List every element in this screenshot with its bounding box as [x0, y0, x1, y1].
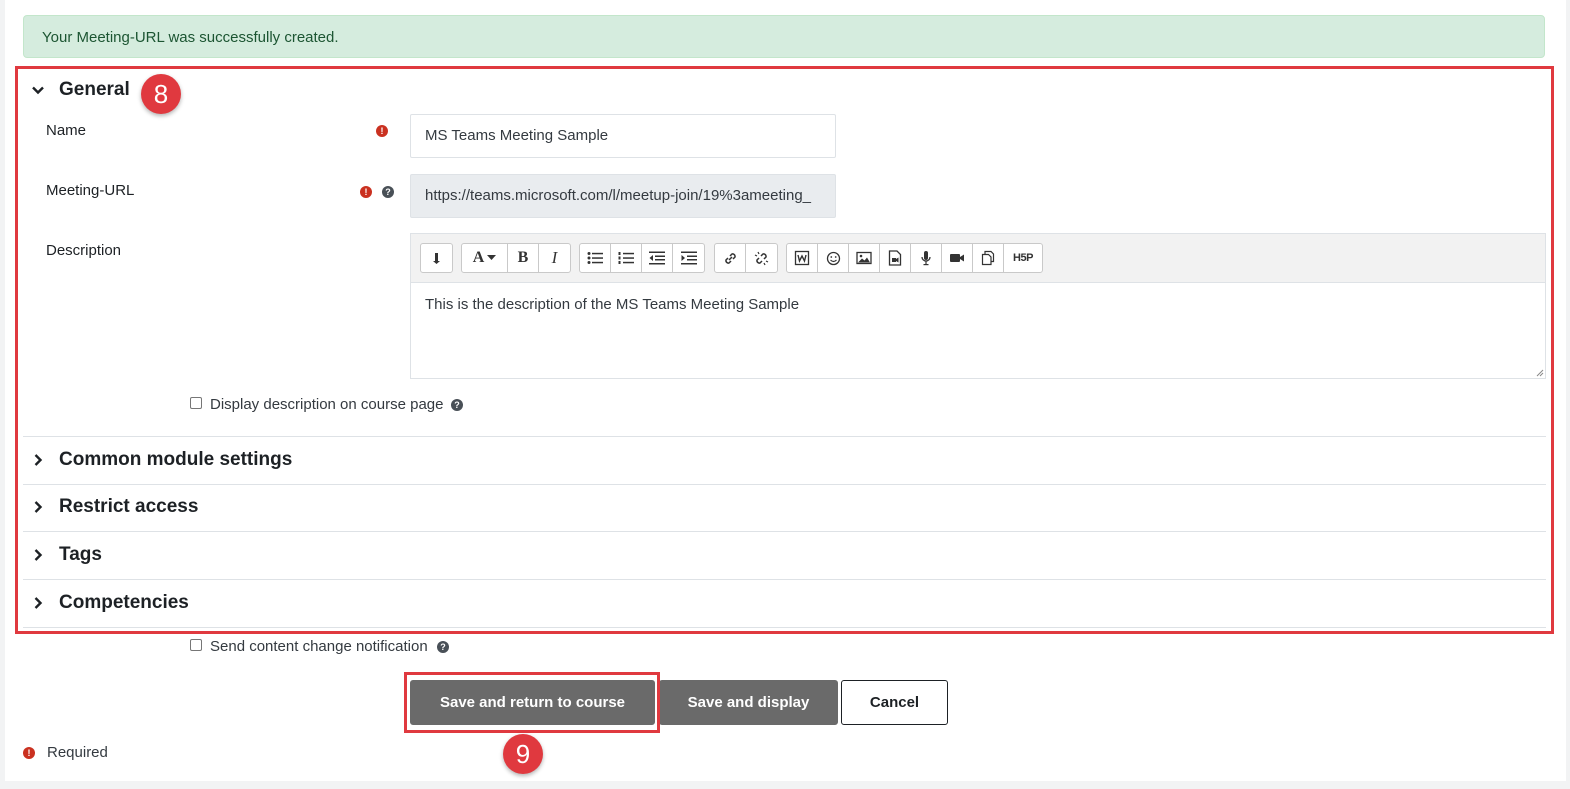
- editor-content[interactable]: This is the description of the MS Teams …: [411, 283, 1545, 326]
- required-label: Required: [47, 744, 108, 761]
- manage-files-icon[interactable]: [973, 244, 1004, 272]
- help-icon[interactable]: ?: [437, 641, 449, 653]
- name-label: Name: [46, 122, 87, 139]
- save-and-display-button[interactable]: Save and display: [659, 680, 838, 725]
- display-description-checkbox[interactable]: [190, 396, 202, 409]
- section-title: Tags: [59, 544, 102, 565]
- alert-text: Your Meeting-URL was successfully create…: [42, 29, 339, 46]
- meeting-url-label: Meeting-URL: [46, 182, 135, 199]
- cancel-button[interactable]: Cancel: [841, 680, 948, 725]
- required-icon: !: [23, 746, 35, 759]
- meeting-url-input[interactable]: https://teams.microsoft.com/l/meetup-joi…: [410, 174, 836, 218]
- help-icon[interactable]: ?: [382, 186, 394, 198]
- section-title: Restrict access: [59, 496, 199, 517]
- help-icon[interactable]: ?: [451, 399, 463, 411]
- ordered-list-icon[interactable]: [611, 244, 642, 272]
- italic-icon[interactable]: I: [539, 244, 570, 272]
- outdent-icon[interactable]: [642, 244, 673, 272]
- section-title: Competencies: [59, 592, 189, 613]
- display-description-row: Display description on course page: [190, 396, 443, 413]
- link-icon[interactable]: [715, 244, 746, 272]
- resize-handle-icon[interactable]: [1536, 369, 1544, 377]
- annotation-badge-9: 9: [503, 734, 543, 774]
- notification-row: Send content change notification: [190, 638, 428, 655]
- toolbar-group: A B I: [461, 243, 571, 273]
- chevron-down-icon: [30, 82, 46, 98]
- divider: [23, 579, 1546, 580]
- h5p-icon[interactable]: H5P: [1004, 244, 1042, 272]
- toolbar-group: [420, 243, 453, 273]
- section-restrict-access[interactable]: Restrict access: [30, 496, 198, 518]
- divider: [23, 531, 1546, 532]
- section-general-toggle[interactable]: General: [30, 79, 130, 101]
- chevron-right-icon: [30, 547, 46, 563]
- font-color-icon[interactable]: A: [462, 244, 508, 272]
- unordered-list-icon[interactable]: [580, 244, 611, 272]
- divider: [23, 436, 1546, 437]
- bold-icon[interactable]: B: [508, 244, 539, 272]
- section-general-title: General: [59, 79, 130, 100]
- indent-icon[interactable]: [673, 244, 704, 272]
- image-icon[interactable]: [849, 244, 880, 272]
- annotation-badge-8: 8: [141, 74, 181, 114]
- required-icon: !: [360, 186, 372, 198]
- required-legend: ! Required: [23, 744, 108, 761]
- description-editor[interactable]: A B I H5P This is the description of the…: [410, 233, 1546, 379]
- notification-label: Send content change notification: [210, 638, 428, 655]
- notification-checkbox[interactable]: [190, 638, 202, 651]
- toolbar-group: [714, 243, 778, 273]
- required-icon: !: [376, 125, 388, 137]
- emoji-icon[interactable]: [818, 244, 849, 272]
- description-label: Description: [46, 242, 122, 259]
- record-audio-icon[interactable]: [911, 244, 942, 272]
- show-more-buttons-icon[interactable]: [421, 244, 452, 272]
- record-video-icon[interactable]: [942, 244, 973, 272]
- chevron-right-icon: [30, 595, 46, 611]
- toolbar-group: [579, 243, 705, 273]
- editor-toolbar: A B I H5P: [411, 234, 1545, 283]
- display-description-label: Display description on course page: [210, 396, 444, 413]
- annotation-highlight-save: [404, 672, 660, 733]
- section-competencies[interactable]: Competencies: [30, 592, 189, 614]
- chevron-right-icon: [30, 499, 46, 515]
- toolbar-group: H5P: [786, 243, 1043, 273]
- word-import-icon[interactable]: [787, 244, 818, 272]
- chevron-right-icon: [30, 452, 46, 468]
- unlink-icon[interactable]: [746, 244, 777, 272]
- divider: [23, 627, 1546, 628]
- success-alert: Your Meeting-URL was successfully create…: [23, 15, 1545, 58]
- section-tags[interactable]: Tags: [30, 544, 102, 566]
- name-input[interactable]: MS Teams Meeting Sample: [410, 114, 836, 158]
- media-icon[interactable]: [880, 244, 911, 272]
- divider: [23, 484, 1546, 485]
- section-title: Common module settings: [59, 449, 293, 470]
- section-common-module-settings[interactable]: Common module settings: [30, 449, 292, 471]
